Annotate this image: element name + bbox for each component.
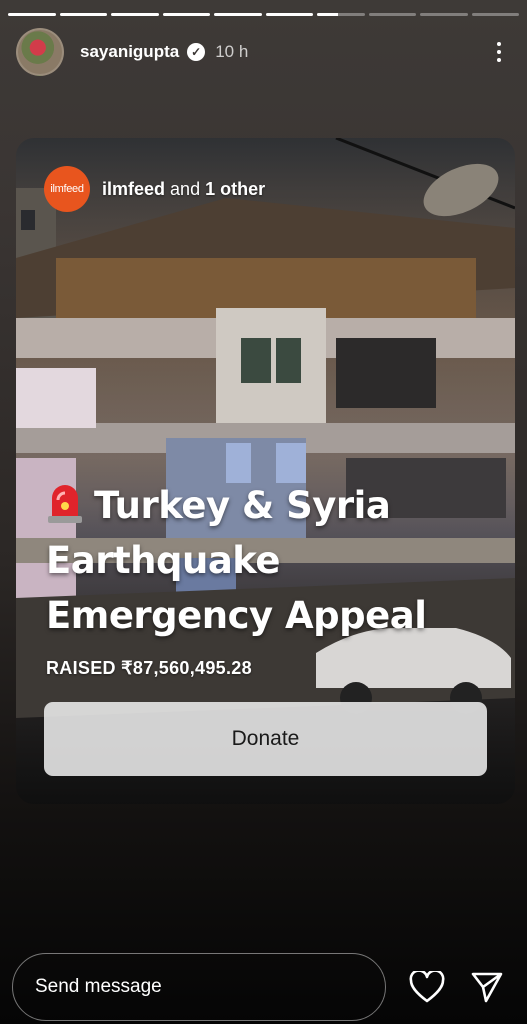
progress-segment <box>111 13 159 16</box>
raised-amount: RAISED ₹87,560,495.28 <box>46 658 252 679</box>
post-credit[interactable]: ilmfeed ilmfeed and 1 other <box>44 166 265 212</box>
credit-text: ilmfeed and 1 other <box>102 179 265 200</box>
progress-segment-fill <box>59 13 107 16</box>
profile-avatar[interactable] <box>16 28 64 76</box>
progress-segment-fill <box>162 13 210 16</box>
send-icon[interactable] <box>468 968 506 1006</box>
headline-text: Turkey & Syria Earthquake Emergency Appe… <box>46 484 427 637</box>
raised-value: ₹87,560,495.28 <box>121 658 252 678</box>
username[interactable]: sayanigupta <box>80 42 179 62</box>
appeal-headline: Turkey & Syria Earthquake Emergency Appe… <box>46 478 486 643</box>
credit-name: ilmfeed <box>102 178 166 199</box>
shared-post-card[interactable]: ilmfeed ilmfeed and 1 other Turkey & Syr… <box>16 138 515 804</box>
progress-segment <box>317 13 365 16</box>
siren-icon <box>48 485 82 523</box>
verified-badge-icon: ✓ <box>187 43 206 61</box>
story-header: sayanigupta ✓ 10 h <box>16 28 511 76</box>
credit-others: 1 other <box>205 178 266 199</box>
story-footer <box>12 953 511 1021</box>
progress-segment <box>420 13 468 16</box>
progress-segment-fill <box>214 13 262 16</box>
progress-segment <box>471 13 519 16</box>
heart-icon[interactable] <box>408 968 446 1006</box>
post-time: 10 h <box>215 42 249 61</box>
credit-and: and <box>170 178 201 199</box>
progress-segment <box>59 13 107 16</box>
raised-label: RAISED <box>46 658 116 678</box>
progress-segment <box>368 13 416 16</box>
progress-segment <box>162 13 210 16</box>
progress-segment <box>8 13 56 16</box>
progress-segment-fill <box>265 13 313 16</box>
story-progress-bar <box>8 13 519 16</box>
donate-button[interactable]: Donate <box>44 702 487 776</box>
ilmfeed-logo: ilmfeed <box>44 166 90 212</box>
progress-segment-fill <box>317 13 339 16</box>
progress-segment <box>214 13 262 16</box>
progress-segment-fill <box>111 13 159 16</box>
more-options-icon[interactable] <box>487 38 511 66</box>
progress-segment <box>265 13 313 16</box>
send-message-input[interactable] <box>12 953 386 1021</box>
progress-segment-fill <box>8 13 56 16</box>
